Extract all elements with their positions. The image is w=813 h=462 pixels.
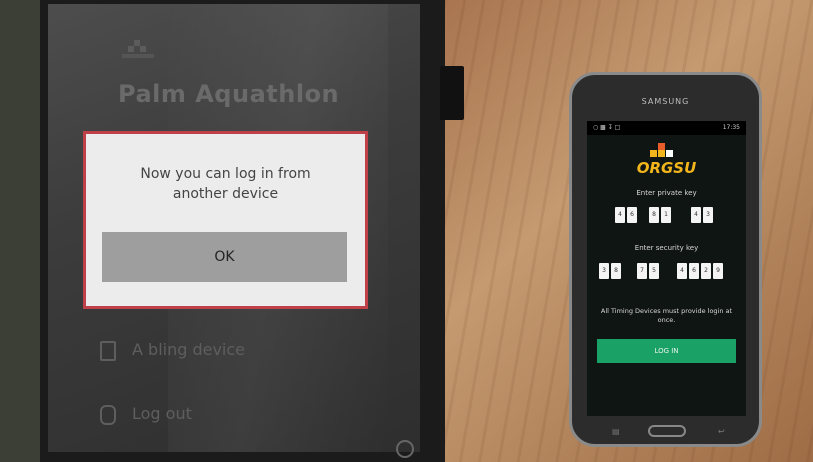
menu-item-device-label: A bling device [132,340,246,359]
private-key-digit[interactable]: 4 [615,207,625,223]
private-key-label: Enter private key [636,189,697,197]
dialog-message-line1: Now you can log in from [140,166,311,182]
security-key-digit[interactable]: 4 [677,263,687,279]
menu-item-device[interactable]: A bling device [100,340,245,361]
private-key-digit[interactable]: 4 [691,207,701,223]
private-key-digit[interactable]: 8 [649,207,659,223]
security-key-digit[interactable]: 5 [649,263,659,279]
phone-icon [100,340,116,361]
menu-item-logout[interactable]: Log out [100,404,192,425]
status-time: 17:35 [722,124,740,131]
security-key-digit[interactable]: 7 [637,263,647,279]
private-key-digit[interactable]: 6 [627,207,637,223]
circle-icon [396,440,414,458]
case-strap [440,66,464,120]
security-key-digit[interactable]: 2 [701,263,711,279]
tablet-screen: Palm Aquathlon Now you can log in from a… [48,4,420,452]
security-key-digit[interactable]: 6 [689,263,699,279]
security-key-digit[interactable]: 3 [599,263,609,279]
private-key-row: 4 6 8 1 4 3 [587,207,746,227]
dialog-message-line2: another device [172,186,279,202]
login-dialog: Now you can log in from another device O… [83,131,368,309]
security-key-digit[interactable]: 8 [611,263,621,279]
security-key-row: 3 8 7 5 4 6 2 9 [587,263,746,283]
timing-devices-warning: All Timing Devices must provide login at… [600,307,733,324]
private-key-digit[interactable]: 3 [703,207,713,223]
ok-button[interactable]: OK [102,232,347,282]
notification-icons: ○ ▩ ↧ □ [593,124,621,131]
status-bar: ○ ▩ ↧ □ 17:35 [587,121,746,135]
security-key-digit[interactable]: 9 [713,263,723,279]
app-title: Palm Aquathlon [118,80,340,108]
tablet-case-cover [0,0,40,462]
phone-screen: ○ ▩ ↧ □ 17:35 ORGSU Enter private key 4 … [587,121,746,416]
dialog-message: Now you can log in from another device [86,164,365,204]
private-key-digit[interactable]: 1 [661,207,671,223]
tablet-device: Palm Aquathlon Now you can log in from a… [0,0,445,462]
logo-blocks-icon [650,143,674,157]
orgsu-logo: ORGSU [587,141,746,181]
back-key-icon[interactable]: ↩ [718,427,728,436]
logout-icon [100,404,116,425]
phone-device: SAMSUNG ○ ▩ ↧ □ 17:35 ORGSU Enter privat… [569,72,762,447]
logo-text: ORGSU [636,159,697,177]
home-button[interactable] [648,425,686,437]
log-in-button[interactable]: LOG IN [597,339,736,363]
menu-item-logout-label: Log out [132,404,192,423]
app-logo-icon [120,38,156,62]
security-key-label: Enter security key [634,244,699,252]
phone-brand: SAMSUNG [641,97,690,106]
menu-key-icon[interactable]: ▤ [612,427,622,436]
